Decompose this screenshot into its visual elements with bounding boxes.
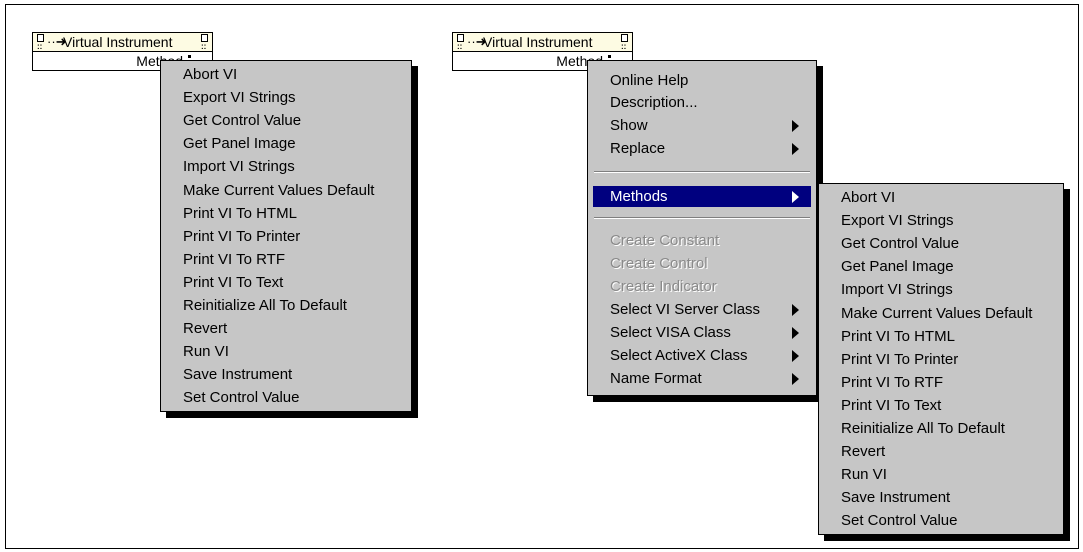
menu-item-select-activex-class[interactable]: Select ActiveX Class [610, 345, 810, 366]
refnum-out-icon: :: [621, 34, 629, 51]
submenu-arrow-icon [792, 304, 799, 316]
method-item[interactable]: Export VI Strings [841, 210, 1071, 231]
submenu-arrow-icon [792, 191, 799, 203]
menu-item-online-help[interactable]: Online Help [610, 70, 810, 91]
method-item-label: Make Current Values Default [183, 181, 375, 199]
method-item-label: Get Panel Image [183, 135, 296, 153]
method-item[interactable]: Reinitialize All To Default [183, 295, 413, 316]
left-methods-menu: Abort VI Export VI Strings Get Control Val… [160, 60, 412, 412]
menu-item-name-format[interactable]: Name Format [610, 368, 810, 389]
method-item-label: Get Control Value [841, 235, 960, 253]
method-item[interactable]: Print VI To Text [841, 395, 1071, 416]
method-item-label: Reinitialize All To Default [841, 420, 1005, 437]
menu-item-create-indicator: Create Indicator [610, 278, 717, 295]
method-item-label: Run VI [841, 466, 887, 484]
method-item-label: Print VI To HTML [841, 327, 955, 345]
menu-separator [594, 217, 810, 219]
menu-separator [594, 171, 810, 173]
method-item-label: Set Control Value [841, 512, 958, 530]
method-item[interactable]: Revert [841, 441, 1071, 462]
terminal-dot-icon [188, 55, 191, 58]
method-item-label: Print VI To Printer [183, 227, 301, 245]
method-item[interactable]: Get Control Value [183, 110, 413, 131]
method-item[interactable]: Print VI To HTML [841, 326, 1071, 347]
menu-item-replace[interactable]: Replace [610, 138, 810, 159]
refnum-in-icon: :: [37, 34, 45, 51]
method-item-label: Save Instrument [183, 366, 293, 384]
method-item[interactable]: Get Panel Image [841, 256, 1071, 277]
method-item-label: Run VI [183, 343, 229, 361]
method-item-label: Print VI To Text [841, 396, 942, 414]
method-item-label: Print VI To Printer [841, 350, 959, 368]
menu-item-create-control: Create Control [610, 255, 708, 272]
method-item[interactable]: Make Current Values Default [841, 303, 1071, 324]
menu-item-create-constant: Create Constant [610, 232, 720, 249]
method-item-label: Print VI To RTF [841, 373, 943, 391]
method-item[interactable]: Revert [183, 318, 413, 339]
method-item[interactable]: Abort VI [183, 64, 413, 85]
method-item[interactable]: Make Current Values Default [183, 180, 413, 201]
method-item[interactable]: Run VI [841, 464, 1071, 485]
method-item[interactable]: Print VI To Printer [183, 226, 413, 247]
method-item-label: Import VI Strings [841, 281, 953, 299]
terminal-dot-icon [608, 55, 611, 58]
method-item-label: Export VI Strings [183, 89, 296, 107]
method-item[interactable]: Get Panel Image [183, 133, 413, 154]
method-item[interactable]: Print VI To HTML [183, 203, 413, 224]
method-item[interactable]: Save Instrument [841, 487, 1071, 508]
node-header: :: ··➜ Virtual Instrument :: [452, 32, 633, 52]
method-item-label: Print VI To HTML [183, 204, 297, 222]
method-item[interactable]: Run VI [183, 341, 413, 362]
method-item-label: Get Control Value [183, 112, 302, 130]
menu-item-select-visa-class[interactable]: Select VISA Class [610, 322, 810, 343]
method-item-label: Print VI To RTF [183, 250, 285, 268]
submenu-arrow-icon [792, 120, 799, 132]
method-item[interactable]: Abort VI [841, 187, 1071, 208]
method-item[interactable]: Print VI To RTF [183, 249, 413, 270]
method-item-label: Reinitialize All To Default [183, 297, 347, 314]
method-item[interactable]: Print VI To RTF [841, 372, 1071, 393]
method-item[interactable]: Print VI To Text [183, 272, 413, 293]
refnum-in-icon: :: [457, 34, 465, 51]
method-item-label: Abort VI [841, 189, 896, 206]
menu-item-methods[interactable]: Methods [593, 186, 811, 207]
method-item[interactable]: Import VI Strings [841, 279, 1071, 300]
node-title: Virtual Instrument [63, 34, 173, 50]
method-item[interactable]: Set Control Value [183, 387, 413, 408]
method-item[interactable]: Import VI Strings [183, 156, 413, 177]
method-item[interactable]: Save Instrument [183, 364, 413, 385]
methods-submenu: Abort VI Export VI Strings Get Control Val… [818, 183, 1064, 535]
method-item-label: Export VI Strings [841, 212, 954, 230]
method-item-label: Make Current Values Default [841, 304, 1033, 322]
method-item-label: Save Instrument [841, 489, 951, 507]
menu-item-description[interactable]: Description... [610, 92, 810, 113]
method-item-label: Set Control Value [183, 389, 300, 407]
refnum-out-icon: :: [201, 34, 209, 51]
method-item-label: Revert [183, 320, 228, 338]
submenu-arrow-icon [792, 327, 799, 339]
node-header: :: ··➜ Virtual Instrument :: [32, 32, 213, 52]
method-item-label: Print VI To Text [183, 273, 284, 291]
method-item-label: Revert [841, 443, 886, 461]
submenu-arrow-icon [792, 373, 799, 385]
method-item-label: Import VI Strings [183, 158, 295, 176]
method-item[interactable]: Get Control Value [841, 233, 1071, 254]
method-label: Method [556, 53, 603, 69]
node-title: Virtual Instrument [483, 34, 593, 50]
menu-item-select-vi-server-class[interactable]: Select VI Server Class [610, 299, 810, 320]
menu-item-show[interactable]: Show [610, 115, 810, 136]
submenu-arrow-icon [792, 143, 799, 155]
method-item[interactable]: Set Control Value [841, 510, 1071, 531]
method-item[interactable]: Export VI Strings [183, 87, 413, 108]
method-item[interactable]: Reinitialize All To Default [841, 418, 1071, 439]
method-item-label: Get Panel Image [841, 258, 954, 276]
submenu-arrow-icon [792, 350, 799, 362]
context-menu: Online Help Description... Show Replace … [587, 60, 817, 396]
method-item-label: Abort VI [183, 66, 238, 83]
method-item[interactable]: Print VI To Printer [841, 349, 1071, 370]
